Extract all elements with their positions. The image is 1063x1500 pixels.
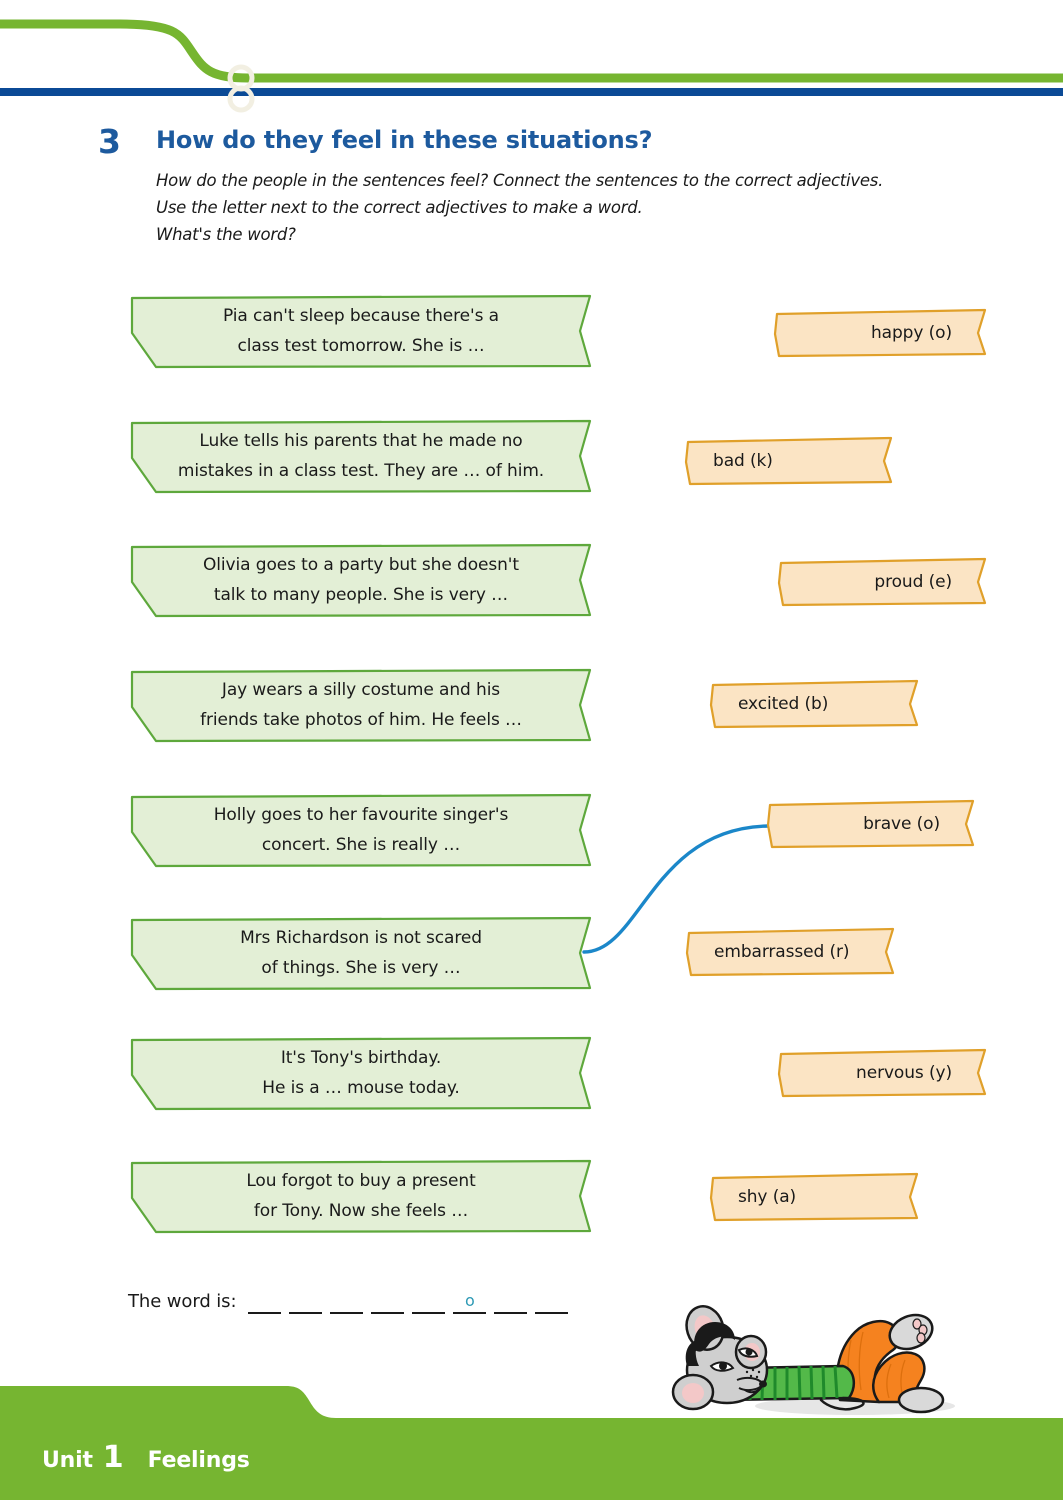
- sentence-text: Jay wears a silly costume and his friend…: [128, 667, 594, 743]
- sentence-line-2: for Tony. Now she feels …: [253, 1201, 469, 1221]
- sentence-text: Mrs Richardson is not scared of things. …: [128, 915, 594, 991]
- answer-blank[interactable]: [494, 1286, 528, 1314]
- sentence-text: Olivia goes to a party but she doesn't t…: [128, 542, 594, 618]
- footer-band: [0, 1386, 1063, 1500]
- answer-blank[interactable]: [412, 1286, 446, 1314]
- instruction-line-3: What's the word?: [156, 224, 296, 244]
- sentence-line-1: Olivia goes to a party but she doesn't: [203, 554, 519, 575]
- workbook-page: 3 How do they feel in these situations? …: [0, 0, 1063, 1500]
- answer-blank[interactable]: [248, 1286, 282, 1314]
- footer-unit-number: 1: [102, 1440, 124, 1475]
- sentence-line-2: He is a … mouse today.: [262, 1078, 460, 1098]
- sentence-line-1: Lou forgot to buy a present: [246, 1170, 476, 1191]
- answer-blank[interactable]: [535, 1286, 569, 1314]
- sentence-banner[interactable]: Jay wears a silly costume and his friend…: [128, 667, 594, 743]
- sentence-line-2: talk to many people. She is very …: [213, 585, 509, 605]
- footer-label: Unit 1 Feelings: [42, 1440, 250, 1475]
- answer-blanks: o: [248, 1286, 576, 1314]
- adjective-label: nervous (y): [856, 1063, 952, 1083]
- sentence-line-1: Mrs Richardson is not scared: [240, 927, 482, 948]
- sentence-text: Holly goes to her favourite singer's con…: [128, 792, 594, 868]
- sentence-banner[interactable]: Mrs Richardson is not scared of things. …: [128, 915, 594, 991]
- adjective-label: excited (b): [738, 694, 829, 714]
- sentence-line-1: Jay wears a silly costume and his: [221, 679, 501, 700]
- sentence-text: Pia can't sleep because there's a class …: [128, 293, 594, 369]
- instruction-line-2: Use the letter next to the correct adjec…: [156, 197, 643, 217]
- footer-topic: Feelings: [147, 1448, 250, 1473]
- adjective-card[interactable]: bad (k): [683, 435, 894, 487]
- adjective-card[interactable]: proud (e): [776, 556, 988, 608]
- answer-blank[interactable]: [330, 1286, 364, 1314]
- adjective-card[interactable]: excited (b): [708, 678, 920, 730]
- sentence-text: It's Tony's birthday. He is a … mouse to…: [128, 1035, 594, 1111]
- adjective-label: shy (a): [738, 1187, 797, 1207]
- sentence-line-2: of things. She is very …: [261, 958, 461, 978]
- sentence-banner[interactable]: Luke tells his parents that he made no m…: [128, 418, 594, 494]
- figure-eight-knot-icon: [227, 64, 255, 113]
- adjective-card[interactable]: brave (o): [765, 798, 976, 850]
- answer-row: The word is: o: [128, 1286, 576, 1314]
- sentence-text: Luke tells his parents that he made no m…: [128, 418, 594, 494]
- sentence-line-2: class test tomorrow. She is …: [237, 336, 485, 356]
- answer-blank[interactable]: [289, 1286, 323, 1314]
- sentence-banner[interactable]: Olivia goes to a party but she doesn't t…: [128, 542, 594, 618]
- adjective-card[interactable]: happy (o): [772, 307, 988, 359]
- sentence-text: Lou forgot to buy a present for Tony. No…: [128, 1158, 594, 1234]
- answer-blank[interactable]: o: [453, 1286, 487, 1314]
- instruction-line-1: How do the people in the sentences feel?…: [156, 171, 884, 190]
- sentence-banner[interactable]: Pia can't sleep because there's a class …: [128, 293, 594, 369]
- adjective-label: proud (e): [874, 572, 952, 592]
- sentence-line-2: friends take photos of him. He feels …: [200, 710, 522, 730]
- adjective-label: embarrassed (r): [714, 942, 850, 962]
- adjective-label: bad (k): [713, 451, 773, 471]
- sentence-line-2: concert. She is really …: [261, 835, 461, 855]
- answer-label: The word is:: [128, 1291, 237, 1312]
- sentence-banner[interactable]: It's Tony's birthday. He is a … mouse to…: [128, 1035, 594, 1111]
- answer-letter: o: [465, 1291, 475, 1310]
- adjective-card[interactable]: shy (a): [708, 1171, 920, 1223]
- header-decoration: [0, 19, 1063, 113]
- answer-blank[interactable]: [371, 1286, 405, 1314]
- sentence-banner[interactable]: Holly goes to her favourite singer's con…: [128, 792, 594, 868]
- task-number: 3: [98, 122, 121, 161]
- adjective-card[interactable]: nervous (y): [776, 1047, 988, 1099]
- footer-unit-label: Unit: [42, 1448, 93, 1473]
- adjective-card[interactable]: embarrassed (r): [684, 926, 896, 978]
- task-instructions: How do the people in the sentences feel?…: [156, 168, 986, 249]
- sentence-line-1: Pia can't sleep because there's a: [223, 305, 499, 326]
- sentence-line-2: mistakes in a class test. They are … of …: [177, 461, 545, 481]
- adjective-label: happy (o): [870, 323, 952, 343]
- sentence-line-1: Holly goes to her favourite singer's: [213, 804, 509, 825]
- sentence-banner[interactable]: Lou forgot to buy a present for Tony. No…: [128, 1158, 594, 1234]
- task-title: How do they feel in these situations?: [156, 126, 653, 154]
- adjective-label: brave (o): [863, 814, 940, 834]
- sentence-line-1: It's Tony's birthday.: [280, 1047, 442, 1068]
- sentence-line-1: Luke tells his parents that he made no: [199, 430, 523, 451]
